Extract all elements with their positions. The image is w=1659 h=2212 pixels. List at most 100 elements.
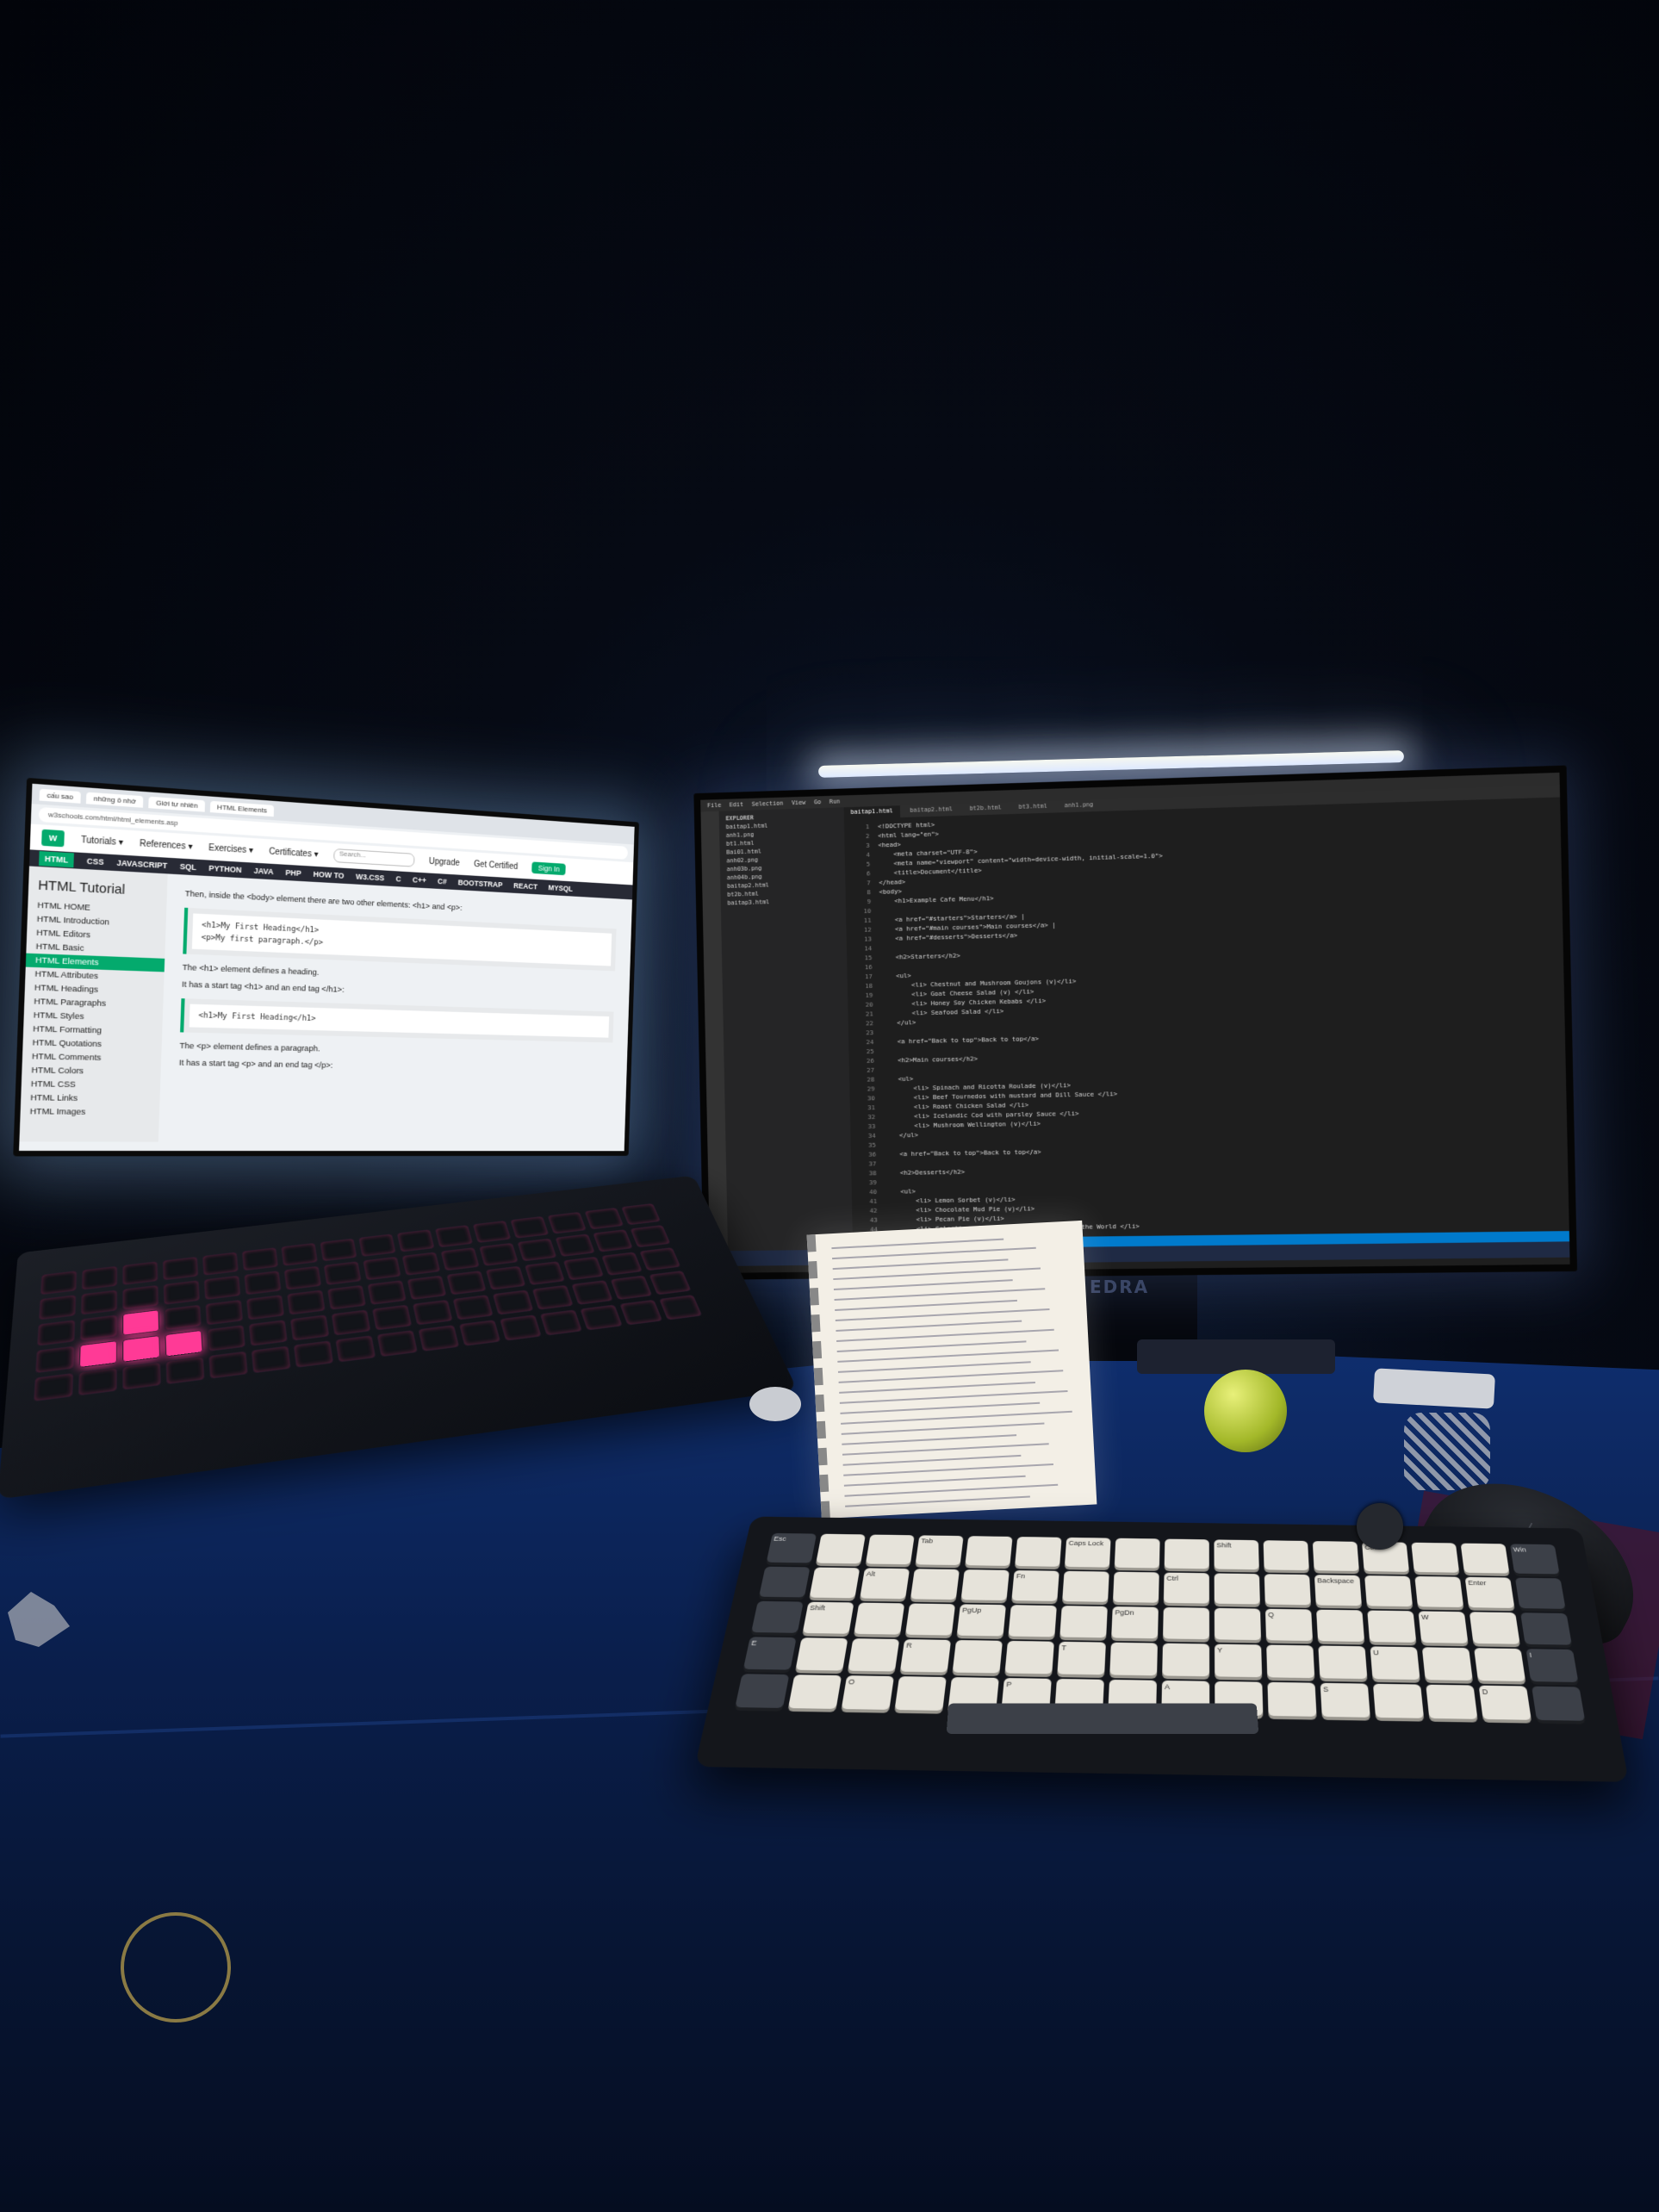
search-input[interactable]: Search... — [332, 848, 415, 867]
vscode-menu-edit[interactable]: Edit — [730, 801, 743, 808]
nav-c[interactable]: C — [395, 874, 401, 883]
keycap — [1263, 1540, 1309, 1571]
keycap — [952, 1639, 1003, 1674]
keycap — [1214, 1607, 1261, 1641]
keycap — [1460, 1543, 1510, 1574]
file-explorer: EXPLORER baitap1.html anh1.png bt1.html … — [718, 807, 854, 1252]
sidebar-item[interactable]: HTML CSS — [22, 1078, 161, 1093]
keycap: Ctrl — [1163, 1572, 1209, 1604]
sign-in-button[interactable]: Sign In — [531, 861, 566, 876]
laptop-key — [584, 1207, 624, 1230]
keycap — [1112, 1571, 1159, 1603]
nav-react[interactable]: REACT — [513, 881, 537, 891]
vscode-menu-run[interactable]: Run — [830, 798, 840, 805]
laptop-key — [562, 1256, 605, 1281]
laptop-key — [81, 1265, 118, 1290]
laptop-key — [592, 1229, 633, 1252]
handwriting-line — [842, 1434, 1017, 1445]
nav-html[interactable]: HTML — [39, 851, 74, 868]
nav-javascript[interactable]: JAVASCRIPT — [116, 858, 167, 870]
monitor-brand-logo: EDRA — [1090, 1277, 1150, 1297]
browser-tab[interactable]: những ô nhớ — [85, 792, 144, 808]
keycap: Esc — [766, 1532, 817, 1563]
vscode-menu-selection[interactable]: Selection — [752, 800, 784, 808]
keycap: O — [841, 1675, 895, 1710]
sidebar-item[interactable]: HTML Images — [20, 1105, 159, 1120]
laptop-key — [363, 1256, 401, 1281]
keycap — [1414, 1575, 1464, 1608]
laptop-key — [358, 1233, 396, 1258]
menu-certificates[interactable]: Certificates ▾ — [269, 847, 319, 860]
line-number: 26 — [866, 1056, 874, 1065]
code-text: <head> — [878, 840, 901, 849]
code-line: <h1>My First Heading</h1> — [201, 921, 320, 935]
stress-ball — [1204, 1370, 1287, 1452]
nav-mysql[interactable]: MYSQL — [548, 884, 573, 893]
keycap: D — [1478, 1685, 1532, 1720]
laptop-key — [36, 1320, 76, 1346]
sidebar-item[interactable]: HTML Links — [21, 1091, 160, 1107]
browser-tab[interactable]: Giới tự nhiên — [148, 796, 206, 812]
line-number: 41 — [869, 1196, 878, 1205]
keycap — [1316, 1609, 1365, 1642]
upgrade-link[interactable]: Upgrade — [429, 856, 460, 867]
laptop-key — [658, 1294, 703, 1320]
editor-tab[interactable]: anh1.png — [1058, 799, 1101, 812]
vscode-menu-file[interactable]: File — [707, 802, 721, 809]
w3schools-logo[interactable]: w — [41, 829, 65, 848]
laptop-key — [80, 1289, 118, 1315]
keycap: Win — [1509, 1544, 1560, 1575]
editor-tab[interactable]: baitap2.html — [903, 804, 960, 817]
keycap — [1364, 1575, 1414, 1607]
line-number: 9 — [867, 898, 872, 906]
laptop-key — [610, 1275, 653, 1301]
line-number: 33 — [867, 1122, 876, 1131]
laptop-key — [630, 1224, 671, 1248]
line-number: 34 — [867, 1131, 876, 1140]
line-number: 28 — [867, 1075, 875, 1084]
editor-tab[interactable]: bt3.html — [1012, 801, 1054, 814]
line-number: 13 — [864, 935, 873, 943]
nav-python[interactable]: PYTHON — [208, 864, 242, 874]
handwriting-line — [837, 1361, 1031, 1373]
laptop-key — [412, 1299, 453, 1326]
laptop-key — [649, 1270, 692, 1296]
keycap: S — [1320, 1682, 1370, 1718]
handwriting-line — [831, 1238, 1004, 1250]
line-number: 3 — [866, 841, 870, 849]
line-number: 15 — [864, 954, 873, 962]
keycap: Shift — [802, 1601, 854, 1634]
laptop-key — [122, 1362, 161, 1390]
editor-tab[interactable]: bt2b.html — [963, 802, 1009, 816]
get-certified-link[interactable]: Get Certified — [474, 860, 518, 872]
menu-exercises[interactable]: Exercises ▾ — [208, 842, 253, 854]
keycap — [1532, 1686, 1586, 1721]
menu-references[interactable]: References ▾ — [140, 838, 193, 851]
nav-cpp[interactable]: C++ — [413, 875, 426, 885]
code-editor[interactable]: baitap1.html baitap2.html bt2b.html bt3.… — [843, 785, 1570, 1261]
line-number: 19 — [865, 991, 873, 999]
nav-howto[interactable]: HOW TO — [313, 870, 344, 880]
nav-w3css[interactable]: W3.CSS — [356, 873, 384, 883]
code-area[interactable]: 1 <!DOCTYPE html> 2 <html lang="en"> 3 <head>… — [844, 797, 1570, 1265]
browser-tab[interactable]: cấu sao — [39, 788, 81, 804]
code-text: <h2>Main courses</h2> — [882, 1054, 979, 1065]
laptop-key — [331, 1309, 371, 1336]
nav-css[interactable]: CSS — [87, 856, 104, 867]
nav-csharp[interactable]: C# — [438, 877, 447, 885]
nav-php[interactable]: PHP — [285, 868, 301, 878]
nav-bootstrap[interactable]: BOOTSTRAP — [458, 878, 503, 889]
handwriting-line — [842, 1443, 1049, 1456]
line-number: 14 — [864, 944, 873, 953]
handwriting-line — [835, 1308, 1050, 1321]
line-number: 22 — [866, 1019, 874, 1028]
handwriting-line — [842, 1454, 1022, 1466]
vscode-menu-go[interactable]: Go — [814, 798, 821, 805]
nav-sql[interactable]: SQL — [180, 862, 197, 872]
menu-tutorials[interactable]: Tutorials ▾ — [81, 835, 123, 848]
nav-java[interactable]: JAVA — [253, 867, 273, 876]
vscode-menu-view[interactable]: View — [792, 799, 805, 806]
browser-tab[interactable]: HTML Elements — [209, 800, 275, 817]
editor-tab[interactable]: baitap1.html — [843, 805, 900, 820]
keycap: PgDn — [1111, 1606, 1159, 1639]
